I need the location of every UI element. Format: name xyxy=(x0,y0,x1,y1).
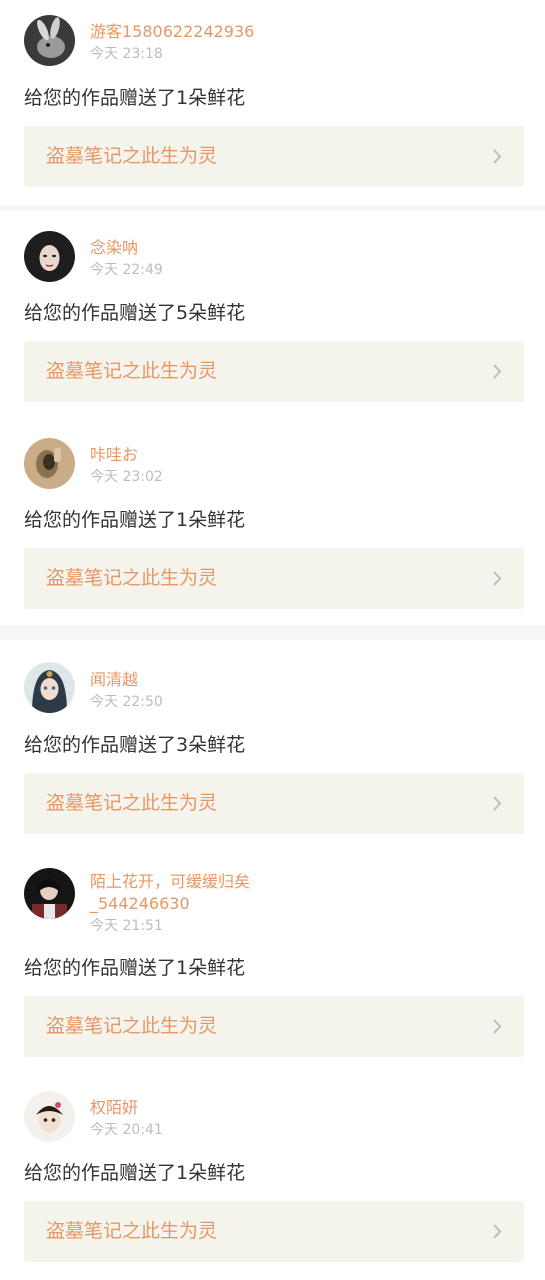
avatar[interactable] xyxy=(24,15,75,66)
username[interactable]: 咔哇お xyxy=(90,444,138,465)
username[interactable]: 念染呐 xyxy=(90,237,138,258)
username-continuation[interactable]: _544246630 xyxy=(90,893,190,914)
gift-message: 给您的作品赠送了1朵鲜花 xyxy=(24,957,246,979)
work-link-button[interactable]: 盗墓笔记之此生为灵 xyxy=(24,996,524,1057)
notification-card: 游客1580622242936 今天 23:18 给您的作品赠送了1朵鲜花 盗墓… xyxy=(0,0,545,205)
dark-photo-avatar-icon xyxy=(24,868,75,919)
anime-girl-avatar-icon xyxy=(24,662,75,713)
username[interactable]: 游客1580622242936 xyxy=(90,21,254,42)
avatar[interactable] xyxy=(24,438,75,489)
chevron-right-icon xyxy=(493,364,502,379)
work-link-button[interactable]: 盗墓笔记之此生为灵 xyxy=(24,773,524,834)
photo-avatar-icon xyxy=(24,438,75,489)
child-avatar-icon xyxy=(24,1091,75,1142)
username[interactable]: 权陌妍 xyxy=(90,1097,138,1118)
rabbit-avatar-icon xyxy=(24,15,75,66)
avatar[interactable] xyxy=(24,868,75,919)
work-title: 盗墓笔记之此生为灵 xyxy=(46,567,218,589)
chevron-right-icon xyxy=(493,1224,502,1239)
avatar[interactable] xyxy=(24,1091,75,1142)
timestamp: 今天 23:02 xyxy=(90,469,163,485)
work-link-button[interactable]: 盗墓笔记之此生为灵 xyxy=(24,126,524,187)
girl-avatar-icon xyxy=(24,231,75,282)
work-title: 盗墓笔记之此生为灵 xyxy=(46,1015,218,1037)
username[interactable]: 陌上花开，可缓缓归矣 xyxy=(90,871,250,892)
avatar[interactable] xyxy=(24,231,75,282)
chevron-right-icon xyxy=(493,571,502,586)
gift-message: 给您的作品赠送了3朵鲜花 xyxy=(24,734,246,756)
gift-notification-feed: 游客1580622242936 今天 23:18 给您的作品赠送了1朵鲜花 盗墓… xyxy=(0,0,545,1280)
timestamp: 今天 21:51 xyxy=(90,918,163,934)
gift-message: 给您的作品赠送了5朵鲜花 xyxy=(24,302,246,324)
avatar[interactable] xyxy=(24,662,75,713)
chevron-right-icon xyxy=(493,796,502,811)
work-link-button[interactable]: 盗墓笔记之此生为灵 xyxy=(24,1201,524,1262)
work-title: 盗墓笔记之此生为灵 xyxy=(46,1220,218,1242)
work-title: 盗墓笔记之此生为灵 xyxy=(46,792,218,814)
gift-message: 给您的作品赠送了1朵鲜花 xyxy=(24,1162,246,1184)
notification-card: 闻清越 今天 22:50 给您的作品赠送了3朵鲜花 盗墓笔记之此生为灵 陌上花开… xyxy=(0,640,545,1280)
notification-card: 念染呐 今天 22:49 给您的作品赠送了5朵鲜花 盗墓笔记之此生为灵 咔哇お … xyxy=(0,211,545,625)
timestamp: 今天 23:18 xyxy=(90,46,163,62)
timestamp: 今天 22:50 xyxy=(90,694,163,710)
work-title: 盗墓笔记之此生为灵 xyxy=(46,360,218,382)
timestamp: 今天 22:49 xyxy=(90,262,163,278)
chevron-right-icon xyxy=(493,149,502,164)
timestamp: 今天 20:41 xyxy=(90,1122,163,1138)
gift-message: 给您的作品赠送了1朵鲜花 xyxy=(24,509,246,531)
chevron-right-icon xyxy=(493,1019,502,1034)
work-link-button[interactable]: 盗墓笔记之此生为灵 xyxy=(24,341,524,402)
work-link-button[interactable]: 盗墓笔记之此生为灵 xyxy=(24,548,524,609)
gift-message: 给您的作品赠送了1朵鲜花 xyxy=(24,87,246,109)
username[interactable]: 闻清越 xyxy=(90,669,138,690)
work-title: 盗墓笔记之此生为灵 xyxy=(46,145,218,167)
